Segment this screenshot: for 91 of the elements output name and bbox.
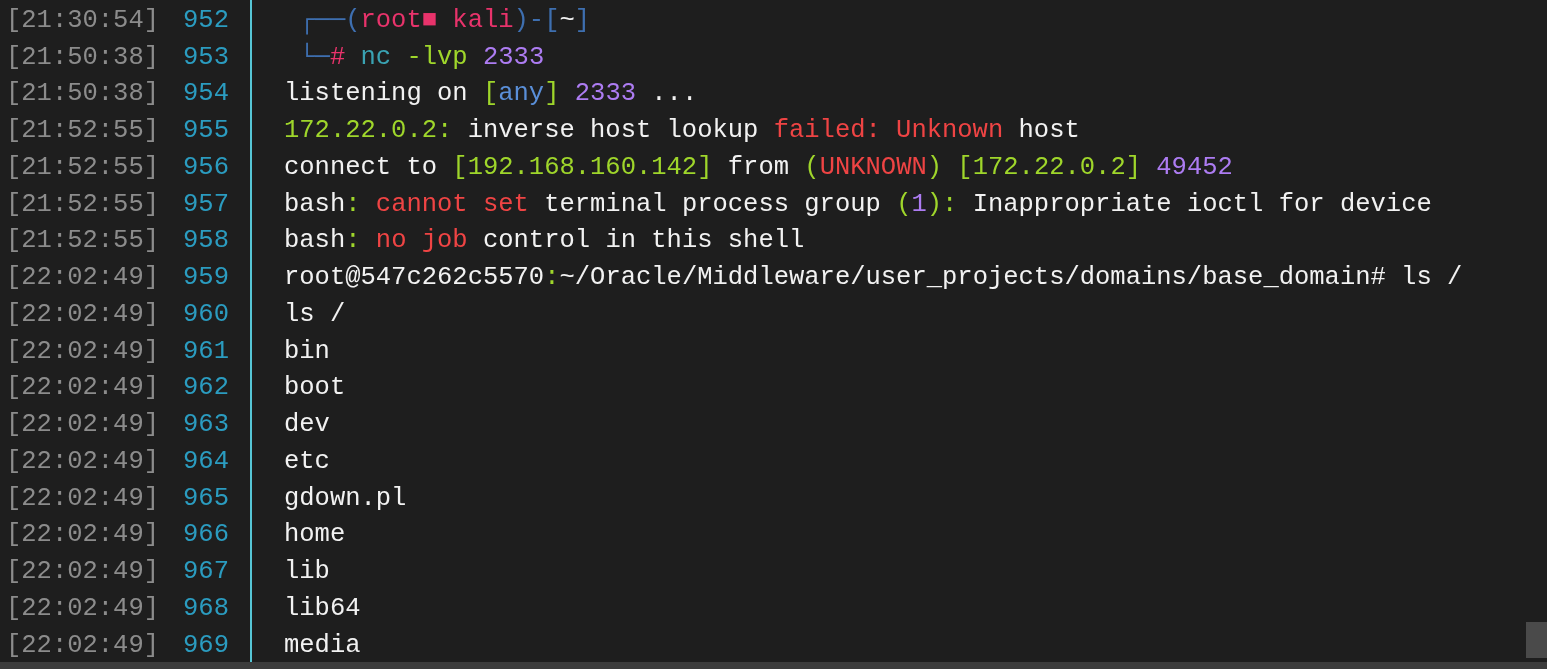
terminal-text: UNKNOWN — [819, 152, 927, 182]
terminal-text: 2333 — [573, 79, 636, 109]
timestamp: [22:02:49] — [6, 520, 160, 550]
terminal-text: control in this shell — [481, 226, 805, 256]
terminal-text: 2333 — [481, 42, 545, 72]
terminal-text: dev — [284, 410, 330, 440]
terminal-text: ┌──( — [298, 5, 361, 35]
timestamp: [22:02:49] — [6, 410, 160, 440]
terminal-text: bash — [284, 226, 346, 256]
terminal-text: lib — [284, 557, 330, 587]
line-number: 959 — [183, 263, 229, 293]
terminal-text: 49452 — [1155, 152, 1233, 182]
terminal-text: └─ — [298, 42, 330, 72]
scrollbar-thumb[interactable] — [1526, 622, 1547, 658]
terminal-text: ) — [926, 152, 943, 182]
line-number: 969 — [183, 630, 229, 660]
terminal-text: ... — [650, 79, 698, 109]
timestamp: [22:02:49] — [6, 593, 160, 623]
terminal-text: ] — [574, 5, 591, 35]
timestamp: [21:52:55] — [6, 152, 160, 182]
terminal-text: [ — [482, 79, 499, 109]
terminal-text: root@547c262c5570 — [284, 263, 545, 293]
terminal-text: ] — [544, 79, 560, 109]
timestamp: [21:52:55] — [6, 116, 160, 146]
line-number: 963 — [183, 410, 229, 440]
timestamp: [21:30:54] — [6, 5, 160, 35]
timestamp: [22:02:49] — [6, 557, 160, 587]
line-number: 958 — [183, 226, 229, 256]
terminal-text: nc — [359, 42, 392, 72]
terminal-text: # — [329, 42, 346, 72]
terminal-text: terminal process group — [543, 189, 882, 219]
timestamp: [22:02:49] — [6, 446, 160, 476]
timestamp: [22:02:49] — [6, 373, 160, 403]
line-number: 953 — [183, 42, 229, 72]
terminal-text: inverse host lookup — [466, 116, 760, 146]
terminal-text: failed: Unknown — [773, 116, 1004, 146]
terminal-text: boot — [284, 373, 346, 403]
terminal-text: [172.22.0.2] — [956, 152, 1141, 182]
terminal-text: host — [1017, 116, 1080, 146]
terminal-text: ( — [896, 189, 912, 219]
timestamp: [21:52:55] — [6, 189, 160, 219]
timestamp: [22:02:49] — [6, 263, 160, 293]
terminal-text: etc — [284, 446, 330, 476]
line-number: 952 — [183, 5, 229, 35]
line-number: 961 — [183, 336, 229, 366]
timestamp: [22:02:49] — [6, 483, 160, 513]
terminal-text: [192.168.160.142] — [452, 152, 713, 182]
terminal-text: : — [345, 189, 361, 219]
terminal-text: : — [345, 226, 361, 256]
terminal-text: 172.22.0.2: — [284, 116, 453, 146]
line-number: 966 — [183, 520, 229, 550]
terminal-text: -lvp — [405, 42, 468, 72]
timestamp: [21:50:38] — [6, 42, 160, 72]
scrollbar-track[interactable] — [0, 662, 1547, 669]
line-number: 964 — [183, 446, 229, 476]
terminal-text: home — [284, 520, 346, 550]
terminal-text: 1 — [911, 189, 927, 219]
timestamp: [22:02:49] — [6, 336, 160, 366]
terminal-text: Inappropriate ioctl for device — [971, 189, 1432, 219]
terminal-text: media — [284, 630, 361, 660]
line-number: 956 — [183, 152, 229, 182]
terminal-text: ): — [926, 189, 958, 219]
terminal-text: no job — [374, 226, 468, 256]
terminal-text: )-[ — [513, 5, 560, 35]
terminal-text: ~ — [559, 5, 575, 35]
line-number: 968 — [183, 593, 229, 623]
terminal-text: ls / — [284, 299, 346, 329]
line-number: 957 — [183, 189, 229, 219]
timestamp: [22:02:49] — [6, 630, 160, 660]
terminal-text: listening on — [284, 79, 469, 109]
timestamp: [21:52:55] — [6, 226, 160, 256]
line-number: 954 — [183, 79, 229, 109]
timestamp: [22:02:49] — [6, 299, 160, 329]
terminal-text: bin — [284, 336, 330, 366]
timestamp: [21:50:38] — [6, 79, 160, 109]
line-number: 960 — [183, 299, 229, 329]
terminal-text: root■ kali — [360, 5, 514, 35]
line-number: 967 — [183, 557, 229, 587]
terminal-text: any — [498, 79, 545, 109]
terminal-text: cannot set — [374, 189, 529, 219]
line-number: 962 — [183, 373, 229, 403]
line-number: 965 — [183, 483, 229, 513]
line-number: 955 — [183, 116, 229, 146]
terminal-text: lib64 — [284, 593, 361, 623]
terminal-text: gdown.pl — [284, 483, 407, 513]
terminal-text: from — [726, 152, 790, 182]
terminal-text: connect to — [284, 152, 439, 182]
terminal-text: bash — [284, 189, 346, 219]
terminal-text: : — [544, 263, 560, 293]
terminal-text: ~/Oracle/Middleware/user_projects/domains/base_domain# ls / — [559, 263, 1463, 293]
terminal-text: ( — [804, 152, 820, 182]
